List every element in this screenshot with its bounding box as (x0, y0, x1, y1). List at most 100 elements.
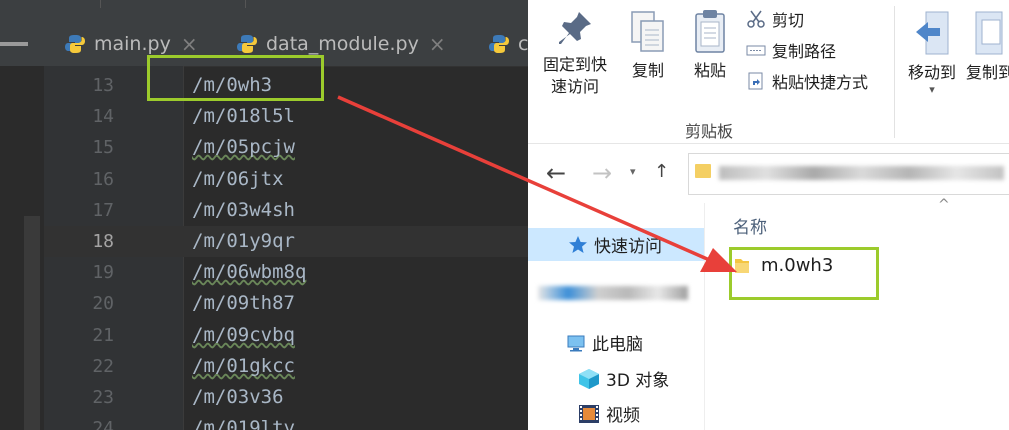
pin-label-line1: 固定到快 (542, 55, 607, 74)
nav-item-quick-access[interactable]: 快速访问 (528, 228, 704, 261)
nav-item-videos[interactable]: 视频 (528, 397, 704, 430)
address-input[interactable] (688, 153, 1009, 195)
ide-title-strip (0, 0, 528, 22)
code-text[interactable]: /m/09th87 (192, 288, 295, 319)
move-to-button[interactable]: 移动到 ▾ (902, 8, 962, 96)
copy-to-icon (970, 8, 1006, 58)
paste-shortcut-icon (746, 71, 766, 91)
highlight-box-code (147, 55, 324, 101)
line-number: 15 (92, 137, 114, 158)
code-text[interactable]: /m/01y9qr (192, 226, 295, 257)
code-line-14[interactable]: 14 /m/018l5l (44, 101, 528, 132)
clipboard-group-label: 剪贴板 (685, 122, 734, 141)
cube-3d-icon (578, 368, 600, 390)
nav-label: 快速访问 (594, 237, 662, 257)
star-icon (568, 235, 588, 255)
line-number: 24 (92, 418, 114, 430)
line-number: 13 (92, 75, 114, 96)
column-header-name[interactable]: 名称 (733, 213, 767, 238)
line-number: 14 (92, 106, 114, 127)
film-strip-icon (578, 403, 600, 425)
cut-button[interactable]: 剪切 (746, 6, 804, 32)
copy-label: 复制 (631, 61, 664, 80)
copy-icon (628, 8, 668, 56)
scissors-icon (746, 9, 766, 29)
line-number: 19 (92, 262, 114, 283)
ide-strip-divider (245, 0, 246, 8)
pin-label-line2: 速访问 (550, 77, 599, 96)
code-line-22[interactable]: 22 /m/01gkcc (44, 351, 528, 382)
copy-button[interactable]: 复制 (624, 8, 672, 82)
ide-left-rail (0, 66, 44, 430)
paste-clipboard-icon (690, 8, 730, 56)
copy-to-button[interactable]: 复制到 (966, 8, 1009, 84)
code-text[interactable]: /m/05pcjw (192, 132, 295, 163)
line-number: 16 (92, 169, 114, 190)
paste-label: 粘贴 (693, 61, 726, 80)
nav-label: 3D 对象 (606, 371, 670, 391)
computer-icon (566, 333, 586, 353)
move-to-icon (914, 8, 950, 58)
python-file-icon (64, 33, 86, 55)
code-line-18-current[interactable]: 18 /m/01y9qr (44, 226, 528, 257)
redacted-folder-name (538, 285, 688, 300)
nav-item-3d-objects[interactable]: 3D 对象 (528, 362, 704, 395)
redacted-path (719, 166, 1004, 180)
code-text[interactable]: /m/018l5l (192, 101, 295, 132)
tab-bar-menu-icon[interactable] (0, 42, 28, 46)
nav-label: 此电脑 (592, 335, 643, 355)
paste-button[interactable]: 粘贴 (686, 8, 734, 82)
code-text[interactable]: /m/03w4sh (192, 195, 295, 226)
tab-label: data_module.py (266, 33, 419, 55)
ribbon-group-divider (894, 6, 895, 138)
line-number: 20 (92, 293, 114, 314)
python-file-icon (236, 33, 258, 55)
move-to-dropdown-icon[interactable]: ▾ (902, 84, 962, 96)
code-line-15[interactable]: 15 /m/05pcjw (44, 132, 528, 163)
cut-label: 剪切 (772, 11, 805, 30)
tab-close-icon[interactable]: × (181, 32, 198, 56)
move-to-label: 移动到 (907, 63, 956, 82)
paste-shortcut-label: 粘贴快捷方式 (772, 73, 869, 92)
code-line-17[interactable]: 17 /m/03w4sh (44, 195, 528, 226)
copy-path-button[interactable]: 复制路径 (746, 37, 836, 63)
code-line-23[interactable]: 23 /m/03v36 (44, 382, 528, 413)
code-text[interactable]: /m/03v36 (192, 382, 284, 413)
nav-item-this-pc[interactable]: 此电脑 (528, 326, 704, 359)
code-line-21[interactable]: 21 /m/09cvbq (44, 320, 528, 351)
tab-label: main.py (94, 33, 171, 55)
code-line-16[interactable]: 16 /m/06jtx (44, 164, 528, 195)
history-dropdown-icon[interactable]: ▾ (630, 165, 636, 178)
tab-truncated[interactable]: c (488, 22, 528, 66)
code-line-24[interactable]: 24 /m/019lty (44, 413, 528, 430)
file-list: ^ 名称 m.0wh3 (705, 197, 1009, 430)
highlight-box-file (729, 247, 879, 300)
code-text[interactable]: /m/06wbm8q (192, 257, 306, 288)
code-text[interactable]: /m/019lty (192, 413, 295, 430)
tab-close-icon[interactable]: × (429, 32, 446, 56)
line-number: 18 (92, 231, 114, 252)
code-line-20[interactable]: 20 /m/09th87 (44, 288, 528, 319)
pin-to-quick-access-button[interactable]: 固定到快 速访问 (536, 8, 614, 98)
code-text[interactable]: /m/01gkcc (192, 351, 295, 382)
forward-arrow-icon[interactable]: → (592, 159, 612, 187)
code-text[interactable]: /m/06jtx (192, 164, 284, 195)
pin-icon (555, 8, 595, 50)
back-arrow-icon[interactable]: ← (546, 159, 566, 187)
line-number: 17 (92, 200, 114, 221)
file-explorer: 固定到快 速访问 复制 粘贴 剪切 复制路径 粘贴快捷方式 剪贴板 移动到 ▾ … (528, 0, 1009, 430)
paste-shortcut-button[interactable]: 粘贴快捷方式 (746, 68, 868, 94)
code-line-19[interactable]: 19 /m/06wbm8q (44, 257, 528, 288)
up-arrow-icon[interactable]: ↑ (654, 161, 669, 182)
tab-label: c (518, 33, 528, 55)
code-text[interactable]: /m/09cvbq (192, 320, 295, 351)
ide-strip-divider (100, 0, 101, 8)
address-bar-row: ← → ▾ ↑ (528, 145, 1009, 203)
nav-item-redacted[interactable] (528, 276, 704, 309)
structure-panel-strip (24, 216, 40, 430)
copy-to-label: 复制到 (966, 63, 1009, 82)
folder-icon (695, 164, 711, 178)
sort-caret-icon[interactable]: ^ (938, 197, 950, 213)
explorer-ribbon: 固定到快 速访问 复制 粘贴 剪切 复制路径 粘贴快捷方式 剪贴板 移动到 ▾ … (528, 0, 1009, 144)
navigation-pane: 快速访问 此电脑 3D 对象 视频 (528, 203, 705, 430)
